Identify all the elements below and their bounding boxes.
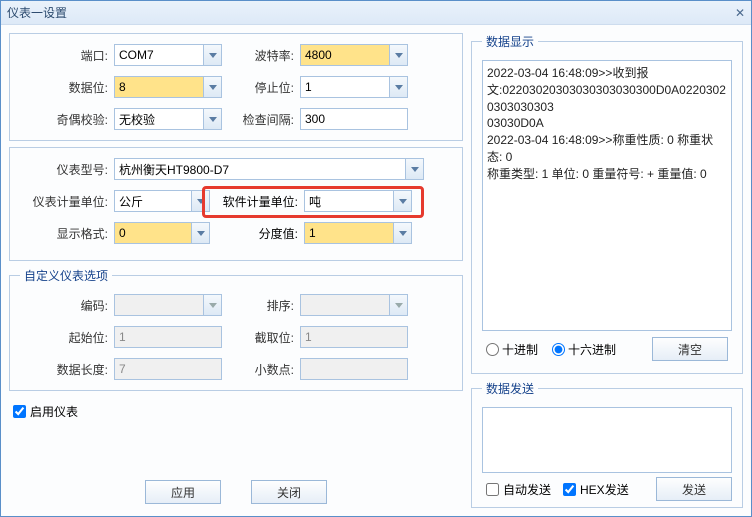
dispfmt-label: 显示格式:: [20, 225, 114, 242]
softunit-combo[interactable]: 吨: [304, 190, 412, 212]
datalen-label: 数据长度:: [20, 361, 114, 378]
decimal-input: [300, 358, 408, 380]
division-label: 分度值:: [210, 225, 304, 242]
clear-button[interactable]: 清空: [652, 337, 728, 361]
chevron-down-icon[interactable]: [203, 77, 221, 97]
encoding-combo: [114, 294, 222, 316]
parity-label: 奇偶校验:: [20, 111, 114, 128]
checkinterval-label: 检查间隔:: [222, 111, 300, 128]
startbit-input: 1: [114, 326, 222, 348]
chevron-down-icon[interactable]: [203, 45, 221, 65]
chevron-down-icon[interactable]: [405, 159, 423, 179]
meterunit-label: 仪表计量单位:: [20, 193, 114, 210]
send-button[interactable]: 发送: [656, 477, 732, 501]
datalen-input: 7: [114, 358, 222, 380]
custom-group: 自定义仪表选项 编码: 排序: 起始位: 1 截取位: 1 数据长度: 7 小数…: [9, 267, 463, 391]
chevron-down-icon[interactable]: [393, 223, 411, 243]
division-combo[interactable]: 1: [304, 222, 412, 244]
log-output: 2022-03-04 16:48:09>>收到报 文:0220302030303…: [482, 60, 732, 331]
hex-radio[interactable]: 十六进制: [552, 341, 616, 358]
meterunit-combo[interactable]: 公斤: [114, 190, 210, 212]
close-button[interactable]: 关闭: [251, 480, 327, 504]
chevron-down-icon: [389, 295, 407, 315]
titlebar: 仪表一设置 ✕: [1, 1, 751, 25]
encoding-label: 编码:: [20, 297, 114, 314]
send-input[interactable]: [482, 407, 732, 473]
datadisplay-group: 数据显示 2022-03-04 16:48:09>>收到报 文:02203020…: [471, 33, 743, 374]
datasend-group: 数据发送 自动发送 HEX发送 发送: [471, 380, 743, 508]
chevron-down-icon[interactable]: [393, 191, 411, 211]
model-combo[interactable]: 杭州衡天HT9800-D7: [114, 158, 424, 180]
port-label: 端口:: [20, 47, 114, 64]
databits-label: 数据位:: [20, 79, 114, 96]
chevron-down-icon: [203, 295, 221, 315]
stopbits-label: 停止位:: [222, 79, 300, 96]
custom-legend: 自定义仪表选项: [20, 267, 112, 284]
close-icon[interactable]: ✕: [735, 6, 745, 20]
chevron-down-icon[interactable]: [191, 191, 209, 211]
checkinterval-input[interactable]: 300: [300, 108, 408, 130]
autosend-checkbox[interactable]: 自动发送: [486, 481, 551, 498]
softunit-label: 软件计量单位:: [210, 193, 304, 210]
databits-combo[interactable]: 8: [114, 76, 222, 98]
model-label: 仪表型号:: [20, 161, 114, 178]
chevron-down-icon[interactable]: [191, 223, 209, 243]
parity-combo[interactable]: 无校验: [114, 108, 222, 130]
apply-button[interactable]: 应用: [145, 480, 221, 504]
sort-label: 排序:: [222, 297, 300, 314]
decimal-label: 小数点:: [222, 361, 300, 378]
hexsend-checkbox[interactable]: HEX发送: [563, 481, 629, 498]
datadisplay-legend: 数据显示: [482, 33, 538, 50]
sort-combo: [300, 294, 408, 316]
port-combo[interactable]: COM7: [114, 44, 222, 66]
stopbits-combo[interactable]: 1: [300, 76, 408, 98]
baud-combo[interactable]: 4800: [300, 44, 408, 66]
window-title: 仪表一设置: [7, 4, 67, 21]
meter-group: 仪表型号: 杭州衡天HT9800-D7 仪表计量单位: 公斤 软件计量单位: 吨…: [9, 147, 463, 261]
dec-radio[interactable]: 十进制: [486, 341, 538, 358]
startbit-label: 起始位:: [20, 329, 114, 346]
datasend-legend: 数据发送: [482, 380, 538, 397]
cutbit-input: 1: [300, 326, 408, 348]
dispfmt-combo[interactable]: 0: [114, 222, 210, 244]
chevron-down-icon[interactable]: [389, 45, 407, 65]
chevron-down-icon[interactable]: [389, 77, 407, 97]
chevron-down-icon[interactable]: [203, 109, 221, 129]
cutbit-label: 截取位:: [222, 329, 300, 346]
enable-checkbox[interactable]: 启用仪表: [13, 403, 459, 420]
connection-group: 端口: COM7 波特率: 4800 数据位: 8 停止位: 1 奇偶校验: 无…: [9, 33, 463, 141]
baud-label: 波特率:: [222, 47, 300, 64]
